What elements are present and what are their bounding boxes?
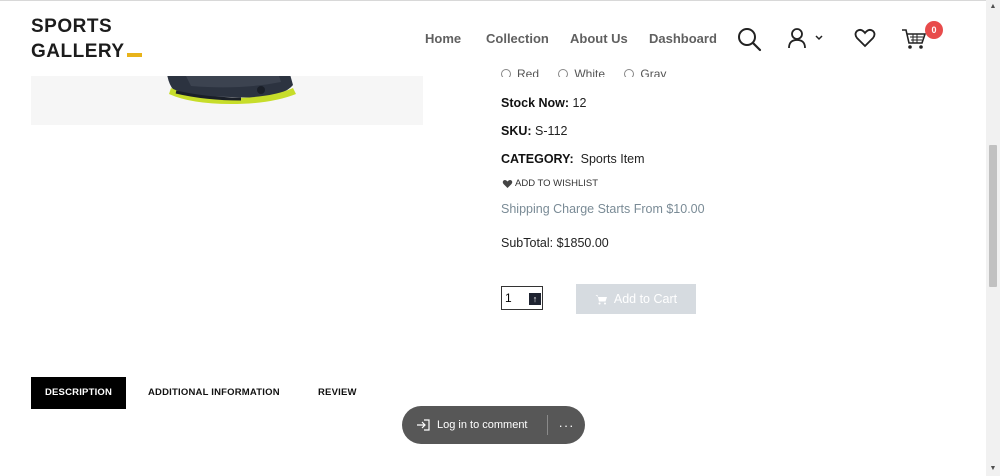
site-logo[interactable]: SPORTS GALLERY xyxy=(31,14,142,64)
log-in-label: Log in to comment xyxy=(437,419,528,431)
color-option-white[interactable]: White xyxy=(558,67,613,77)
category-value: Sports Item xyxy=(580,152,645,166)
stock-label: Stock Now: xyxy=(501,96,570,110)
color-option-gray[interactable]: Gray xyxy=(624,67,674,77)
color-option-red[interactable]: Red xyxy=(501,67,547,77)
color-options: Red White Gray xyxy=(501,67,682,77)
nav-home[interactable]: Home xyxy=(425,31,461,46)
sku-row: SKU: S-112 xyxy=(501,124,567,138)
site-header: SPORTS GALLERY Home Collection About Us … xyxy=(0,0,986,76)
scroll-down-arrow-icon[interactable]: ▼ xyxy=(986,464,1000,474)
quantity-stepper[interactable]: ↑ xyxy=(501,286,543,310)
shipping-info: Shipping Charge Starts From $10.00 xyxy=(501,202,705,216)
cart-small-icon xyxy=(595,294,607,304)
sku-label: SKU: xyxy=(501,124,532,138)
stock-row: Stock Now: 12 xyxy=(501,96,586,110)
tab-review[interactable]: REVIEW xyxy=(318,377,357,409)
nav-dashboard[interactable]: Dashboard xyxy=(649,31,717,46)
comment-pill: Log in to comment ··· xyxy=(402,406,585,444)
search-icon[interactable] xyxy=(736,26,762,52)
nav-collection[interactable]: Collection xyxy=(486,31,549,46)
tab-description[interactable]: DESCRIPTION xyxy=(31,377,126,409)
add-to-cart-label: Add to Cart xyxy=(613,292,678,306)
scroll-up-arrow-icon[interactable]: ▲ xyxy=(986,2,1000,12)
wishlist-label: ADD TO WISHLIST xyxy=(515,178,599,189)
increment-arrow-icon[interactable]: ↑ xyxy=(529,293,541,305)
quantity-input[interactable] xyxy=(505,290,523,306)
logo-line-2: GALLERY xyxy=(31,39,142,64)
sku-value: S-112 xyxy=(535,124,568,138)
log-in-to-comment-button[interactable]: Log in to comment xyxy=(402,419,547,431)
sign-in-icon xyxy=(417,419,430,431)
stock-value: 12 xyxy=(572,96,587,110)
cart-count-badge: 0 xyxy=(925,21,943,39)
scrollbar-thumb[interactable] xyxy=(989,145,997,287)
user-icon[interactable] xyxy=(787,27,809,49)
nav-about-us[interactable]: About Us xyxy=(570,31,628,46)
chevron-down-icon[interactable] xyxy=(814,34,824,42)
heart-filled-icon xyxy=(502,179,513,188)
heart-icon[interactable] xyxy=(854,28,876,48)
page: SPORTS GALLERY Home Collection About Us … xyxy=(0,0,986,476)
logo-underscore xyxy=(126,53,142,57)
tab-additional-information[interactable]: ADDITIONAL INFORMATION xyxy=(148,377,280,409)
add-to-cart-button[interactable]: Add to Cart xyxy=(576,284,696,314)
logo-line-1: SPORTS xyxy=(31,16,113,37)
top-border xyxy=(0,0,1000,1)
more-options-button[interactable]: ··· xyxy=(548,418,585,433)
cart-icon[interactable] xyxy=(901,28,927,50)
vertical-scrollbar[interactable]: ▲ ▼ xyxy=(986,0,1000,476)
add-to-wishlist-link[interactable]: ADD TO WISHLIST xyxy=(502,178,598,189)
category-label: CATEGORY: xyxy=(501,152,574,166)
category-row: CATEGORY: Sports Item xyxy=(501,152,645,166)
subtotal: SubTotal: $1850.00 xyxy=(501,236,609,250)
logo-text: GALLERY xyxy=(31,41,125,62)
